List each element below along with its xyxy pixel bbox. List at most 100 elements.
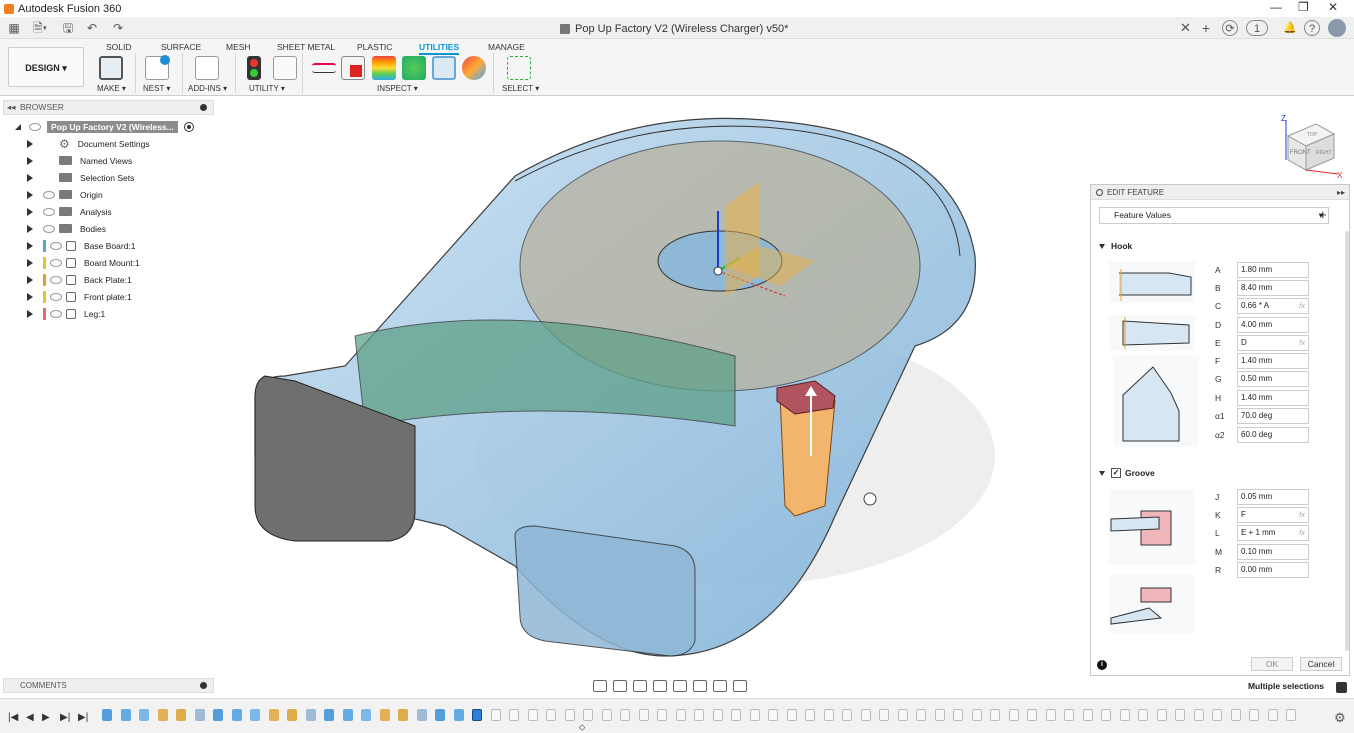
param-value-input[interactable]: 1.40 mm xyxy=(1237,390,1309,406)
visibility-eye-icon[interactable] xyxy=(43,190,55,199)
timeline-feature[interactable] xyxy=(194,709,205,721)
timeline-feature[interactable] xyxy=(694,709,704,721)
undo-icon[interactable]: ↶ xyxy=(82,20,102,36)
timeline-feature[interactable] xyxy=(675,709,686,721)
tab-surface[interactable]: SURFACE xyxy=(161,42,201,52)
param-value-input[interactable]: 8.40 mm xyxy=(1237,280,1309,296)
tab-mesh[interactable]: MESH xyxy=(226,42,251,52)
groove-checkbox[interactable]: ✓ xyxy=(1111,468,1121,478)
timeline-feature[interactable] xyxy=(842,709,852,721)
expand-root-icon[interactable] xyxy=(15,123,21,130)
visibility-eye-icon[interactable] xyxy=(50,258,62,267)
visibility-eye-icon[interactable] xyxy=(50,292,62,301)
status-menu-icon[interactable] xyxy=(1336,682,1347,693)
browser-node[interactable]: Board Mount:1 xyxy=(27,254,140,271)
timeline-feature[interactable] xyxy=(324,709,334,721)
timeline-feature[interactable] xyxy=(250,709,260,721)
browser-node[interactable]: Back Plate:1 xyxy=(27,271,132,288)
restore-icon[interactable]: ❐ xyxy=(1298,0,1309,14)
timeline-feature[interactable] xyxy=(638,709,649,721)
browser-node[interactable]: Origin xyxy=(27,186,103,203)
param-value-input[interactable]: Ffx xyxy=(1237,507,1309,523)
timeline-feature[interactable] xyxy=(879,709,889,721)
tab-plastic[interactable]: PLASTIC xyxy=(357,42,392,52)
visibility-eye-icon[interactable] xyxy=(50,241,62,250)
job-status-icon[interactable]: 1 xyxy=(1246,20,1268,36)
timeline-feature[interactable] xyxy=(1193,709,1204,721)
pan-icon[interactable] xyxy=(633,680,647,692)
timeline-feature[interactable] xyxy=(786,709,797,721)
browser-node[interactable]: Analysis xyxy=(27,203,112,220)
hook-section-header[interactable]: Hook xyxy=(1099,241,1132,251)
expand-arrow-icon[interactable] xyxy=(27,173,35,182)
save-icon[interactable]: 🖫 xyxy=(58,20,78,36)
grid-settings-icon[interactable] xyxy=(713,680,727,692)
comments-panel[interactable]: COMMENTS xyxy=(3,678,214,693)
fx-icon[interactable]: fx xyxy=(1299,299,1305,313)
new-tab-icon[interactable]: + xyxy=(1198,20,1214,36)
timeline-feature[interactable] xyxy=(564,709,575,721)
redo-icon[interactable]: ↷ xyxy=(108,20,128,36)
minimize-icon[interactable]: — xyxy=(1270,0,1282,14)
param-value-input[interactable]: 0.10 mm xyxy=(1237,544,1309,560)
expand-arrow-icon[interactable] xyxy=(27,275,35,284)
look-at-icon[interactable] xyxy=(613,680,627,692)
timeline-feature[interactable] xyxy=(583,709,593,721)
timeline-feature[interactable] xyxy=(1101,709,1111,721)
app-grid-icon[interactable]: ▦ xyxy=(4,20,24,36)
timeline-feature[interactable] xyxy=(1008,709,1019,721)
timeline-feature[interactable] xyxy=(731,709,741,721)
timeline-feature[interactable] xyxy=(472,709,482,721)
panel-expand-icon[interactable]: ▸▸ xyxy=(1337,185,1345,200)
timeline-feature[interactable] xyxy=(1156,709,1167,721)
workspace-switcher[interactable]: DESIGN ▾ xyxy=(8,47,84,87)
fx-icon[interactable]: fx xyxy=(1299,508,1305,522)
timeline-feature[interactable] xyxy=(1286,709,1296,721)
timeline-feature[interactable] xyxy=(990,709,1000,721)
param-value-input[interactable]: 4.00 mm xyxy=(1237,317,1309,333)
viewcube[interactable]: TOP FRONT RIGHT Z X xyxy=(1276,112,1346,178)
cancel-button[interactable]: Cancel xyxy=(1300,657,1342,671)
browser-node[interactable]: Base Board:1 xyxy=(27,237,136,254)
info-icon[interactable]: i xyxy=(1097,660,1107,670)
browser-node[interactable]: Bodies xyxy=(27,220,106,237)
model-canvas[interactable] xyxy=(215,96,1090,696)
section-analysis-icon[interactable] xyxy=(432,56,456,80)
timeline-feature[interactable] xyxy=(1175,709,1185,721)
group-utility[interactable]: UTILITY ▾ xyxy=(249,84,285,93)
timeline-feature[interactable] xyxy=(398,709,408,721)
timeline-feature[interactable] xyxy=(120,709,131,721)
visibility-eye-icon[interactable] xyxy=(50,275,62,284)
timeline-feature[interactable] xyxy=(416,709,427,721)
add-feature-icon[interactable]: + xyxy=(1319,207,1327,222)
interference-icon[interactable] xyxy=(341,56,365,80)
param-value-input[interactable]: Dfx xyxy=(1237,335,1309,351)
timeline-feature[interactable] xyxy=(361,709,371,721)
timeline-feature[interactable] xyxy=(953,709,963,721)
param-value-input[interactable]: 60.0 deg xyxy=(1237,427,1309,443)
timeline-feature[interactable] xyxy=(102,709,112,721)
fx-icon[interactable]: fx xyxy=(1299,526,1305,540)
timeline-settings-icon[interactable]: ⚙ xyxy=(1334,710,1346,726)
group-nest[interactable]: NEST ▾ xyxy=(143,84,170,93)
browser-node[interactable]: Selection Sets xyxy=(27,169,134,186)
timeline-feature[interactable] xyxy=(435,709,445,721)
timeline-feature[interactable] xyxy=(897,709,908,721)
param-value-input[interactable]: 1.80 mm xyxy=(1237,262,1309,278)
collapse-browser-icon[interactable]: ◂◂ xyxy=(7,101,16,114)
param-value-input[interactable]: E + 1 mm fx xyxy=(1237,525,1309,541)
fx-icon[interactable]: fx xyxy=(1299,336,1305,350)
orbit-icon[interactable] xyxy=(593,680,607,692)
last-step-icon[interactable]: ▶| xyxy=(78,712,88,723)
timeline-feature[interactable] xyxy=(213,709,223,721)
document-tab[interactable]: Pop Up Factory V2 (Wireless Charger) v50… xyxy=(560,20,1200,38)
close-tab-icon[interactable]: ✕ xyxy=(1180,20,1191,36)
timeline-feature[interactable] xyxy=(379,709,390,721)
manipulator-handle[interactable] xyxy=(863,492,877,506)
expand-arrow-icon[interactable] xyxy=(27,139,35,148)
tab-solid[interactable]: SOLID xyxy=(106,42,132,52)
param-value-input[interactable]: 0.00 mm xyxy=(1237,562,1309,578)
timeline-feature[interactable] xyxy=(176,709,186,721)
param-value-input[interactable]: 1.40 mm xyxy=(1237,353,1309,369)
play-icon[interactable]: ▶ xyxy=(42,712,50,723)
